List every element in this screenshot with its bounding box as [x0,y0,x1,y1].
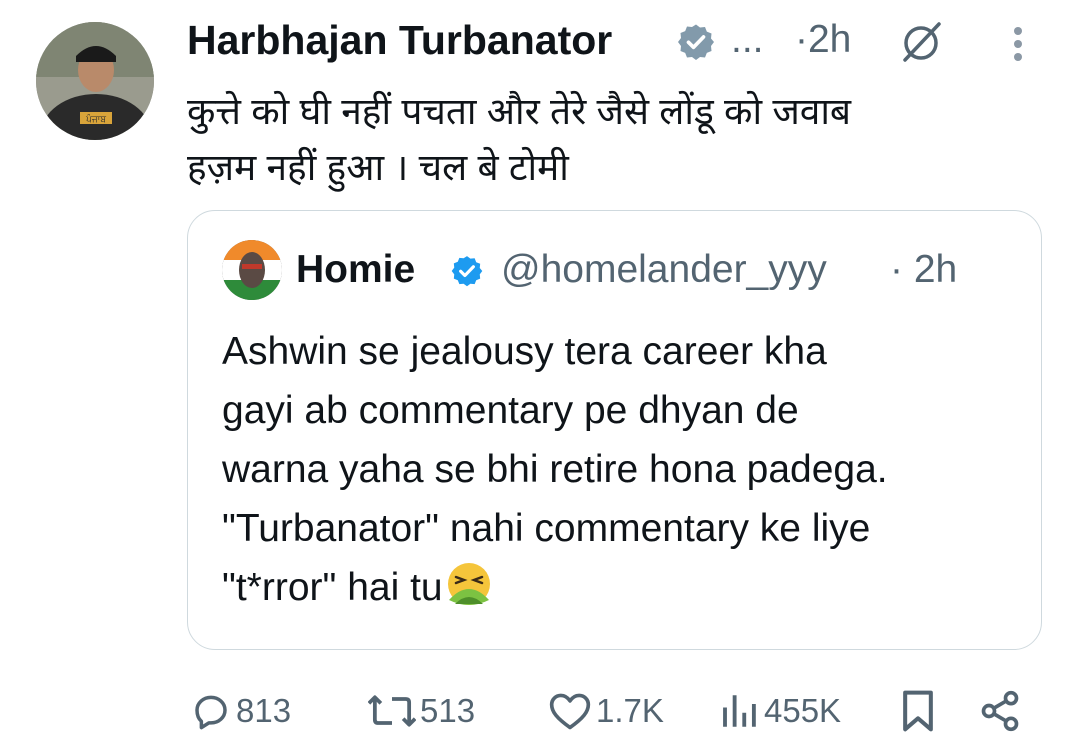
bookmark-button[interactable] [898,684,938,738]
avatar-badge-text: ਪੰਜਾਬ [85,113,106,125]
author-avatar[interactable]: ਪੰਜਾਬ [36,22,154,140]
quoted-handle[interactable]: @homelander_yyy [501,245,827,295]
quoted-tweet-text: Ashwin se jealousy tera career kha gayi … [222,322,1022,625]
nauseated-face-emoji [445,560,493,625]
avatar-image: ਪੰਜਾਬ [36,22,154,140]
repost-icon [368,695,416,727]
reply-button[interactable]: 813 [190,684,291,738]
tweet-text: कुत्ते को घी नहीं पचता और तेरे जैसे लोंड… [187,84,1047,196]
reply-count: 813 [236,692,292,729]
views-icon [723,695,756,727]
quoted-author-avatar[interactable] [222,240,282,300]
views-count: 455K [764,692,842,729]
author-name[interactable]: Harbhajan Turbanator [187,14,612,66]
quoted-text-content: Ashwin se jealousy tera career kha gayi … [222,330,888,609]
quoted-avatar-image [222,240,282,300]
quoted-time[interactable]: · 2h [890,245,957,295]
repost-button[interactable]: 513 [368,684,475,738]
quoted-author-name[interactable]: Homie [296,245,415,295]
more-dots: ... [731,18,764,61]
share-button[interactable] [978,684,1022,738]
like-button[interactable]: 1.7K [548,684,664,738]
tweet-time[interactable]: ·2h [795,14,851,66]
tweet-text-line: हज़म नहीं हुआ । चल बे टोमी [187,147,569,188]
repost-count: 513 [420,692,476,729]
share-icon [981,690,1019,732]
tweet-text-line: कुत्ते को घी नहीं पचता और तेरे जैसे लोंड… [187,91,852,132]
like-count: 1.7K [596,692,664,729]
more-vertical-icon[interactable] [1008,24,1028,68]
verified-badge-icon [676,22,716,62]
reply-icon [195,695,227,730]
like-icon [549,693,591,730]
views-button[interactable]: 455K [718,684,841,738]
grok-slash-icon[interactable] [897,18,945,66]
bookmark-icon [903,690,933,732]
verified-badge-icon [450,254,484,288]
